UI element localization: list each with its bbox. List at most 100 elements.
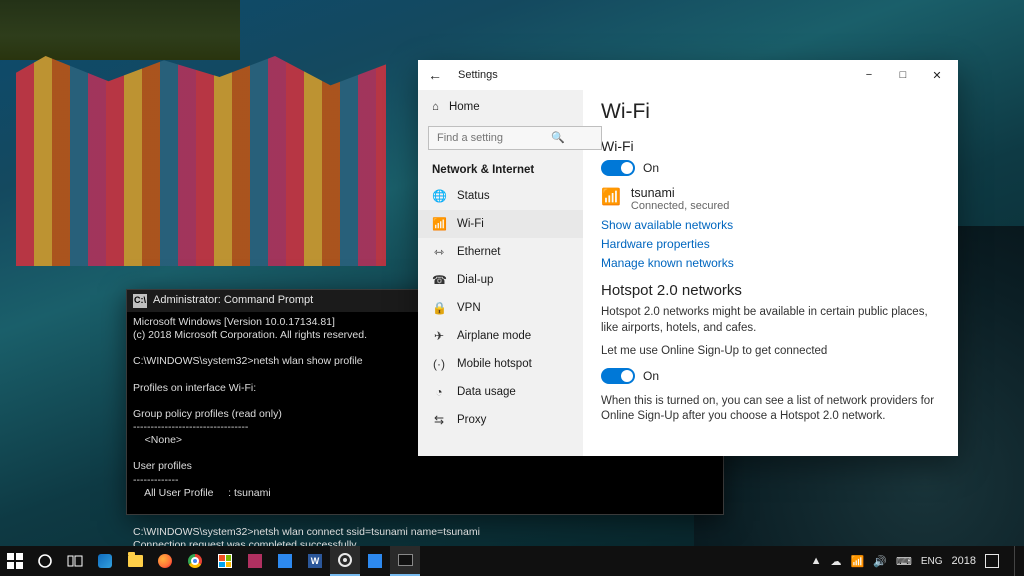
- hotspot-icon: (·): [432, 357, 446, 371]
- taskbar-app-edge[interactable]: [90, 546, 120, 576]
- tray-action-center-icon[interactable]: [985, 554, 999, 568]
- taskbar-app-explorer[interactable]: [120, 546, 150, 576]
- hotspot-toggle[interactable]: On: [601, 368, 940, 384]
- maximize-button[interactable]: □: [886, 61, 920, 89]
- show-desktop-button[interactable]: [1014, 546, 1018, 576]
- minimize-button[interactable]: −: [852, 61, 886, 89]
- back-button[interactable]: ←: [422, 67, 448, 83]
- hotspot-option-label: Let me use Online Sign-Up to get connect…: [601, 344, 940, 360]
- nav-dialup-label: Dial-up: [457, 274, 493, 286]
- word-icon: W: [308, 554, 322, 568]
- link-hardware-properties[interactable]: Hardware properties: [601, 237, 940, 251]
- hotspot-toggle-track[interactable]: [601, 368, 635, 384]
- taskbar-app-word[interactable]: W: [300, 546, 330, 576]
- wifi-toggle[interactable]: On: [601, 160, 940, 176]
- command-prompt-title: Administrator: Command Prompt: [153, 294, 313, 308]
- taskbar-app-firefox[interactable]: [150, 546, 180, 576]
- search-input[interactable]: [428, 126, 602, 150]
- ethernet-icon: ⇿: [432, 245, 446, 259]
- link-show-available-networks[interactable]: Show available networks: [601, 218, 940, 232]
- home-icon: ⌂: [432, 101, 439, 113]
- settings-app-title: Settings: [458, 69, 498, 81]
- start-button[interactable]: [0, 546, 30, 576]
- nav-data-usage[interactable]: ◔ Data usage: [418, 378, 583, 406]
- settings-content: Wi-Fi Wi-Fi On 📶 tsunami Connected, secu…: [583, 90, 958, 456]
- generic-app-icon: [248, 554, 262, 568]
- desktop: C:\ Administrator: Command Prompt Micros…: [0, 0, 1024, 576]
- tray-clock[interactable]: 2018: [952, 555, 976, 567]
- tray-keyboard-icon[interactable]: ⌨: [896, 555, 912, 568]
- terminal-icon: [398, 554, 413, 566]
- wifi-icon: 📶: [432, 217, 446, 231]
- datausage-icon: ◔: [432, 385, 446, 399]
- current-network[interactable]: 📶 tsunami Connected, secured: [601, 186, 940, 212]
- settings-nav: ⌂ Home 🔍 Network & Internet 🌐 Status 📶 W…: [418, 90, 583, 456]
- system-tray: ▲ ☁ 📶 🔊 ⌨ ENG 2018: [811, 546, 1018, 576]
- hotspot-heading: Hotspot 2.0 networks: [601, 282, 940, 299]
- tray-network-icon[interactable]: 📶: [851, 555, 865, 568]
- nav-airplane[interactable]: ✈ Airplane mode: [418, 322, 583, 350]
- settings-window[interactable]: ← Settings − □ ✕ ⌂ Home 🔍 Network & Inte…: [418, 60, 958, 456]
- proxy-icon: ⇆: [432, 413, 446, 427]
- nav-datausage-label: Data usage: [457, 386, 516, 398]
- taskbar-app-settings[interactable]: [330, 546, 360, 576]
- folder-icon: [128, 555, 143, 567]
- vpn-icon: 🔒: [432, 301, 446, 315]
- wallpaper-hill: [0, 0, 240, 60]
- wallpaper-buildings: [16, 56, 386, 266]
- nav-dialup[interactable]: ☎ Dial-up: [418, 266, 583, 294]
- taskbar-app-generic-1[interactable]: [240, 546, 270, 576]
- nav-mobile-hotspot[interactable]: (·) Mobile hotspot: [418, 350, 583, 378]
- nav-proxy[interactable]: ⇆ Proxy: [418, 406, 583, 434]
- chrome-icon: [188, 554, 202, 568]
- task-view-button[interactable]: [60, 546, 90, 576]
- tray-overflow-button[interactable]: ▲: [811, 555, 822, 567]
- link-manage-known-networks[interactable]: Manage known networks: [601, 256, 940, 270]
- nav-vpn[interactable]: 🔒 VPN: [418, 294, 583, 322]
- settings-icon: [338, 553, 352, 567]
- hotspot-description: Hotspot 2.0 networks might be available …: [601, 305, 940, 336]
- tray-volume-icon[interactable]: 🔊: [873, 555, 887, 568]
- tray-language[interactable]: ENG: [921, 556, 943, 567]
- nav-status[interactable]: 🌐 Status: [418, 182, 583, 210]
- nav-status-label: Status: [457, 190, 490, 202]
- generic-app-icon: [278, 554, 292, 568]
- taskbar-app-generic-3[interactable]: [360, 546, 390, 576]
- nav-wifi[interactable]: 📶 Wi-Fi: [418, 210, 583, 238]
- command-prompt-icon: C:\: [133, 294, 147, 308]
- taskbar-app-chrome[interactable]: [180, 546, 210, 576]
- nav-airplane-label: Airplane mode: [457, 330, 531, 342]
- taskbar[interactable]: W ▲ ☁ 📶 🔊 ⌨ ENG 2018: [0, 546, 1024, 576]
- taskbar-app-store[interactable]: [210, 546, 240, 576]
- store-icon: [218, 554, 232, 568]
- nav-hotspot-label: Mobile hotspot: [457, 358, 532, 370]
- nav-section-heading: Network & Internet: [418, 158, 583, 182]
- nav-home[interactable]: ⌂ Home: [418, 94, 583, 120]
- edge-icon: [98, 554, 112, 568]
- nav-ethernet[interactable]: ⇿ Ethernet: [418, 238, 583, 266]
- page-title: Wi-Fi: [601, 100, 940, 124]
- close-button[interactable]: ✕: [920, 61, 954, 89]
- wifi-toggle-track[interactable]: [601, 160, 635, 176]
- nav-home-label: Home: [449, 101, 480, 113]
- status-icon: 🌐: [432, 189, 446, 203]
- cortana-button[interactable]: [30, 546, 60, 576]
- network-name: tsunami: [631, 186, 729, 200]
- taskbar-apps: W: [0, 546, 420, 576]
- wifi-heading: Wi-Fi: [601, 138, 940, 154]
- firefox-icon: [158, 554, 172, 568]
- taskbar-app-generic-2[interactable]: [270, 546, 300, 576]
- settings-titlebar[interactable]: ← Settings − □ ✕: [418, 60, 958, 90]
- hotspot-toggle-state: On: [643, 369, 659, 383]
- generic-app-icon: [368, 554, 382, 568]
- wifi-toggle-state: On: [643, 161, 659, 175]
- airplane-icon: ✈: [432, 329, 446, 343]
- nav-vpn-label: VPN: [457, 302, 481, 314]
- tray-onedrive-icon[interactable]: ☁: [831, 555, 842, 568]
- wifi-signal-icon: 📶: [601, 187, 621, 207]
- taskbar-app-terminal[interactable]: [390, 546, 420, 576]
- nav-proxy-label: Proxy: [457, 414, 486, 426]
- network-status: Connected, secured: [631, 200, 729, 212]
- dialup-icon: ☎: [432, 273, 446, 287]
- hotspot-note: When this is turned on, you can see a li…: [601, 394, 940, 425]
